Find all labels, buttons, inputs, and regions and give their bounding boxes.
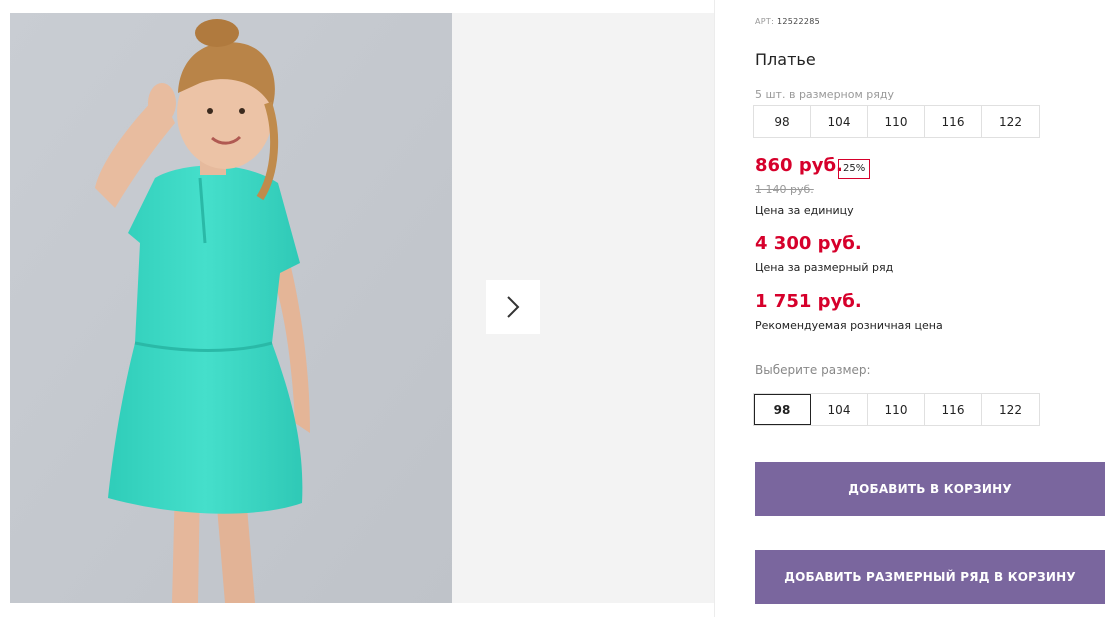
add-to-cart-button[interactable]: ДОБАВИТЬ В КОРЗИНУ	[755, 462, 1105, 516]
pack-size: 98	[754, 106, 811, 137]
size-option-116[interactable]: 116	[925, 394, 982, 425]
pack-size: 104	[811, 106, 868, 137]
next-image-button[interactable]	[486, 280, 540, 334]
pack-size: 110	[868, 106, 925, 137]
size-option-110[interactable]: 110	[868, 394, 925, 425]
chevron-right-icon	[507, 296, 520, 318]
add-set-to-cart-button[interactable]: ДОБАВИТЬ РАЗМЕРНЫЙ РЯД В КОРЗИНУ	[755, 550, 1105, 604]
product-photo[interactable]	[10, 13, 452, 603]
discount-badge: 25%	[838, 159, 871, 179]
pack-size: 116	[925, 106, 982, 137]
unit-price: 860 руб.	[755, 155, 843, 176]
size-option-104[interactable]: 104	[811, 394, 868, 425]
size-option-122[interactable]: 122	[982, 394, 1039, 425]
set-price-caption: Цена за размерный ряд	[755, 261, 894, 274]
pack-sizes: 98 104 110 116 122	[753, 105, 1040, 138]
set-price: 4 300 руб.	[755, 233, 862, 254]
column-divider	[714, 0, 715, 617]
pack-note: 5 шт. в размерном ряду	[755, 88, 894, 101]
unit-price-caption: Цена за единицу	[755, 204, 854, 217]
size-option-98[interactable]: 98	[754, 394, 811, 425]
product-gallery	[10, 13, 714, 603]
rrp-price-caption: Рекомендуемая розничная цена	[755, 319, 943, 332]
pack-size: 122	[999, 114, 1022, 129]
old-price: 1 140 руб.	[755, 183, 814, 196]
article-label: АРТ:	[755, 17, 775, 26]
article-line: АРТ: 12522285	[755, 17, 820, 26]
product-title: Платье	[755, 50, 816, 69]
size-select-label: Выберите размер:	[755, 363, 871, 377]
girl-in-dress-image	[10, 13, 452, 603]
rrp-price: 1 751 руб.	[755, 291, 862, 312]
size-selector: 98 104 110 116 122	[753, 393, 1040, 426]
article-number: 12522285	[776, 17, 821, 26]
